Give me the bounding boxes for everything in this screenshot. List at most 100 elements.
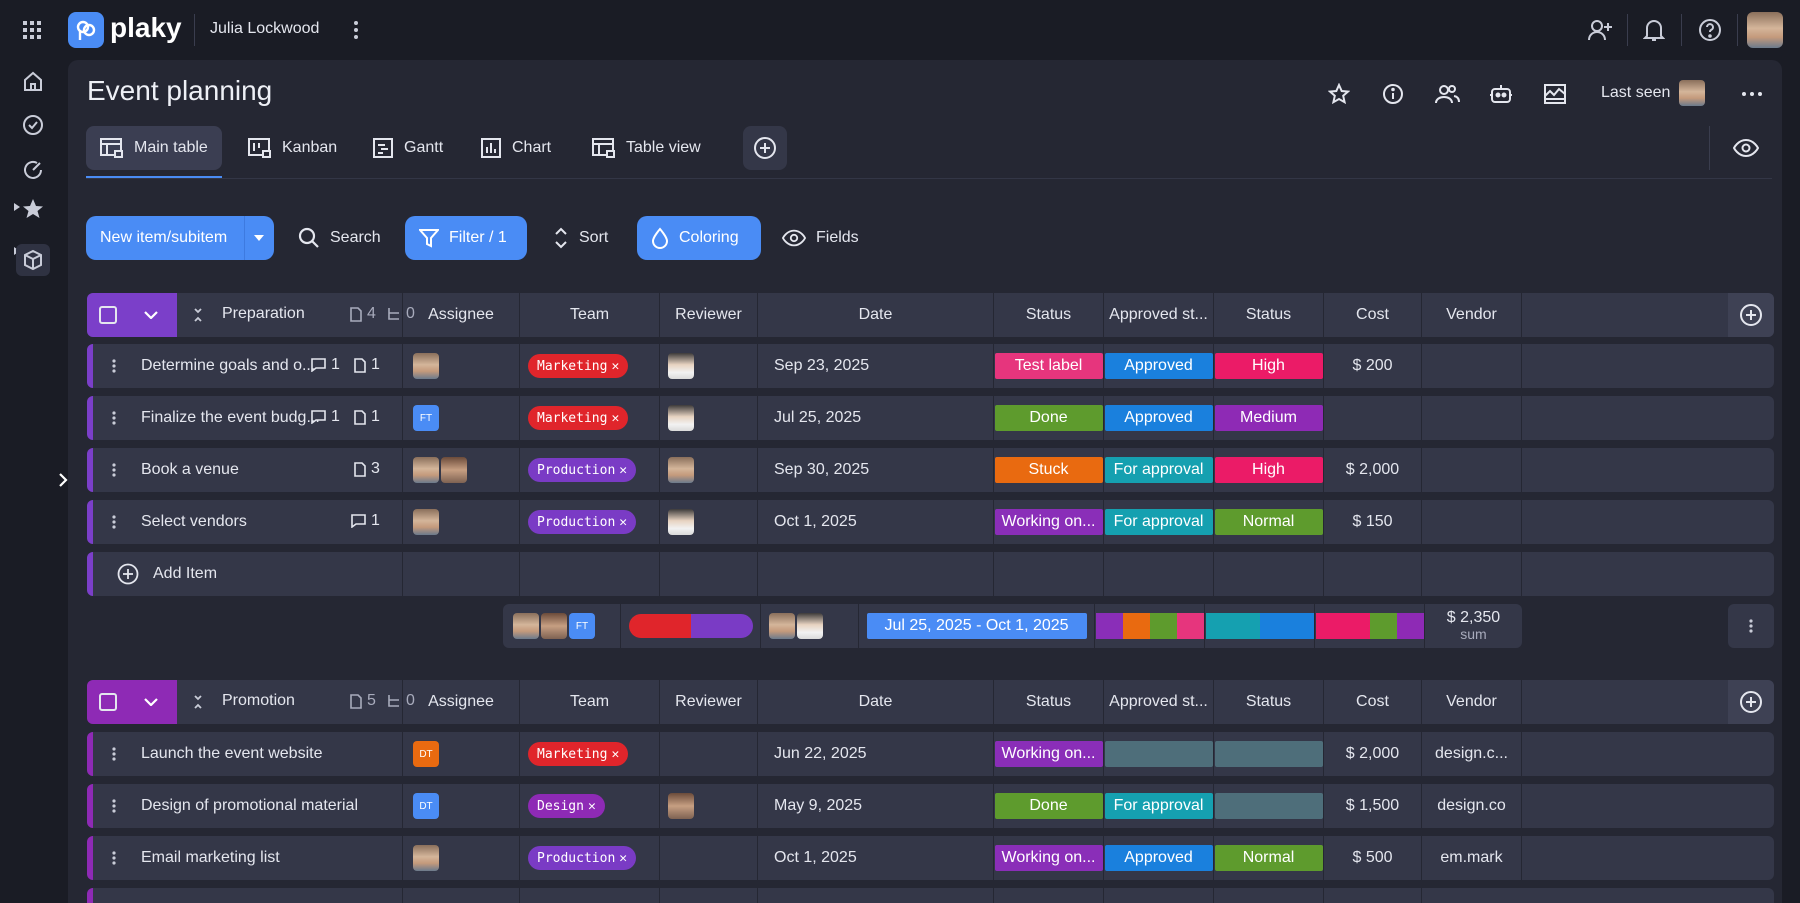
vendor-cell[interactable] <box>1421 344 1521 388</box>
last-seen-avatar[interactable] <box>1679 80 1705 106</box>
column-header-cost[interactable]: Cost <box>1323 293 1421 337</box>
team-tag[interactable]: Production ✕ <box>528 510 637 534</box>
priority-cell[interactable]: Normal <box>1213 500 1323 544</box>
column-header-date[interactable]: Date <box>757 680 993 724</box>
my-work-check-icon[interactable] <box>20 112 46 138</box>
cost-cell[interactable]: $ 500 <box>1323 836 1421 880</box>
date-cell[interactable]: Sep 23, 2025 <box>757 344 993 388</box>
vendor-cell[interactable] <box>1421 448 1521 492</box>
approved-cell[interactable]: For approval <box>1103 448 1213 492</box>
table-row[interactable] <box>87 888 1774 903</box>
table-row[interactable]: Finalize the event budg... 1 1 FT Market… <box>87 396 1774 440</box>
collapse-icon[interactable] <box>191 307 205 323</box>
item-name[interactable]: Launch the event website <box>141 745 322 763</box>
status-cell[interactable]: Working on... <box>993 732 1103 776</box>
item-comments[interactable]: 1 <box>311 408 340 426</box>
column-header-assignee[interactable]: Assignee <box>402 293 519 337</box>
cost-cell[interactable]: $ 2,000 <box>1323 448 1421 492</box>
team-tag[interactable]: Production ✕ <box>528 846 637 870</box>
table-row[interactable]: Launch the event website DT Marketing ✕ J… <box>87 732 1774 776</box>
column-header-team[interactable]: Team <box>519 680 659 724</box>
reviewer-cell[interactable] <box>659 784 757 828</box>
priority-cell[interactable]: Medium <box>1213 396 1323 440</box>
tab-table-view[interactable]: Table view <box>578 126 715 170</box>
row-menu-icon[interactable] <box>109 356 119 376</box>
add-column-icon[interactable] <box>1728 680 1774 724</box>
filter-button[interactable]: Filter / 1 <box>405 216 527 260</box>
column-header-priority-status[interactable]: Status <box>1213 680 1323 724</box>
team-cell[interactable]: Design ✕ <box>519 784 659 828</box>
row-menu-icon[interactable] <box>109 796 119 816</box>
plaky-logo-icon[interactable] <box>68 12 104 48</box>
help-icon[interactable] <box>1697 17 1723 43</box>
coloring-button[interactable]: Coloring <box>637 216 761 260</box>
column-header-priority-status[interactable]: Status <box>1213 293 1323 337</box>
group-name[interactable]: Preparation <box>222 305 305 323</box>
more-vertical-icon[interactable] <box>346 18 366 42</box>
priority-cell[interactable]: Normal <box>1213 836 1323 880</box>
date-cell[interactable]: Jul 25, 2025 <box>757 396 993 440</box>
home-icon[interactable] <box>20 68 46 94</box>
favorites-star-icon[interactable] <box>20 196 46 222</box>
add-view-icon[interactable] <box>743 126 787 170</box>
eye-icon[interactable] <box>1732 136 1760 160</box>
team-tag[interactable]: Marketing ✕ <box>528 354 629 378</box>
item-name[interactable]: Select vendors <box>141 513 247 531</box>
remove-tag-icon[interactable]: ✕ <box>611 747 619 762</box>
item-name[interactable]: Book a venue <box>141 461 239 479</box>
column-header-reviewer[interactable]: Reviewer <box>659 680 757 724</box>
date-cell[interactable]: Sep 30, 2025 <box>757 448 993 492</box>
group-checkbox[interactable] <box>99 306 117 324</box>
team-cell[interactable]: Production ✕ <box>519 448 659 492</box>
vendor-cell[interactable] <box>1421 396 1521 440</box>
approved-cell[interactable]: Approved <box>1103 396 1213 440</box>
invite-user-icon[interactable] <box>1586 16 1614 44</box>
info-icon[interactable] <box>1381 82 1405 106</box>
vendor-cell[interactable]: em.mark <box>1421 836 1521 880</box>
column-header-cost[interactable]: Cost <box>1323 680 1421 724</box>
cost-cell[interactable]: $ 150 <box>1323 500 1421 544</box>
remove-tag-icon[interactable]: ✕ <box>611 411 619 426</box>
reviewer-cell[interactable] <box>659 344 757 388</box>
priority-cell[interactable]: High <box>1213 448 1323 492</box>
table-row[interactable]: Determine goals and o... 1 1 Marketing ✕ … <box>87 344 1774 388</box>
fields-button[interactable]: Fields <box>782 216 859 260</box>
status-cell[interactable]: Done <box>993 784 1103 828</box>
row-menu-icon[interactable] <box>109 460 119 480</box>
priority-cell[interactable] <box>1213 784 1323 828</box>
assignee-cell[interactable] <box>402 448 519 492</box>
priority-cell[interactable]: High <box>1213 344 1323 388</box>
board-title[interactable]: Event planning <box>87 75 272 107</box>
date-cell[interactable]: Jun 22, 2025 <box>757 732 993 776</box>
column-header-vendor[interactable]: Vendor <box>1421 293 1521 337</box>
approved-cell[interactable]: Approved <box>1103 836 1213 880</box>
tab-chart[interactable]: Chart <box>466 126 565 170</box>
tab-gantt[interactable]: Gantt <box>358 126 457 170</box>
date-cell[interactable]: Oct 1, 2025 <box>757 836 993 880</box>
remove-tag-icon[interactable]: ✕ <box>619 515 627 530</box>
remove-tag-icon[interactable]: ✕ <box>611 359 619 374</box>
column-header-team[interactable]: Team <box>519 293 659 337</box>
reviewer-cell[interactable] <box>659 500 757 544</box>
status-cell[interactable]: Working on... <box>993 500 1103 544</box>
item-name[interactable]: Email marketing list <box>141 849 280 867</box>
assignee-cell[interactable] <box>402 836 519 880</box>
item-files[interactable]: 1 <box>354 356 380 374</box>
user-avatar[interactable] <box>1747 12 1783 48</box>
chevron-down-icon[interactable] <box>143 694 159 710</box>
column-header-approved-status[interactable]: Approved st... <box>1103 680 1213 724</box>
item-name[interactable]: Design of promotional material <box>141 797 358 815</box>
add-item-label[interactable]: Add Item <box>153 565 217 583</box>
item-comments[interactable]: 1 <box>311 356 340 374</box>
collapse-icon[interactable] <box>191 694 205 710</box>
new-item-button[interactable]: New item/subitem <box>86 216 274 260</box>
vendor-cell[interactable]: design.co <box>1421 784 1521 828</box>
column-header-vendor[interactable]: Vendor <box>1421 680 1521 724</box>
tab-kanban[interactable]: Kanban <box>234 126 351 170</box>
status-cell[interactable]: Stuck <box>993 448 1103 492</box>
add-column-icon[interactable] <box>1728 293 1774 337</box>
column-header-status[interactable]: Status <box>993 680 1103 724</box>
team-cell[interactable]: Production ✕ <box>519 500 659 544</box>
item-files[interactable]: 3 <box>354 460 380 478</box>
column-header-approved-status[interactable]: Approved st... <box>1103 293 1213 337</box>
